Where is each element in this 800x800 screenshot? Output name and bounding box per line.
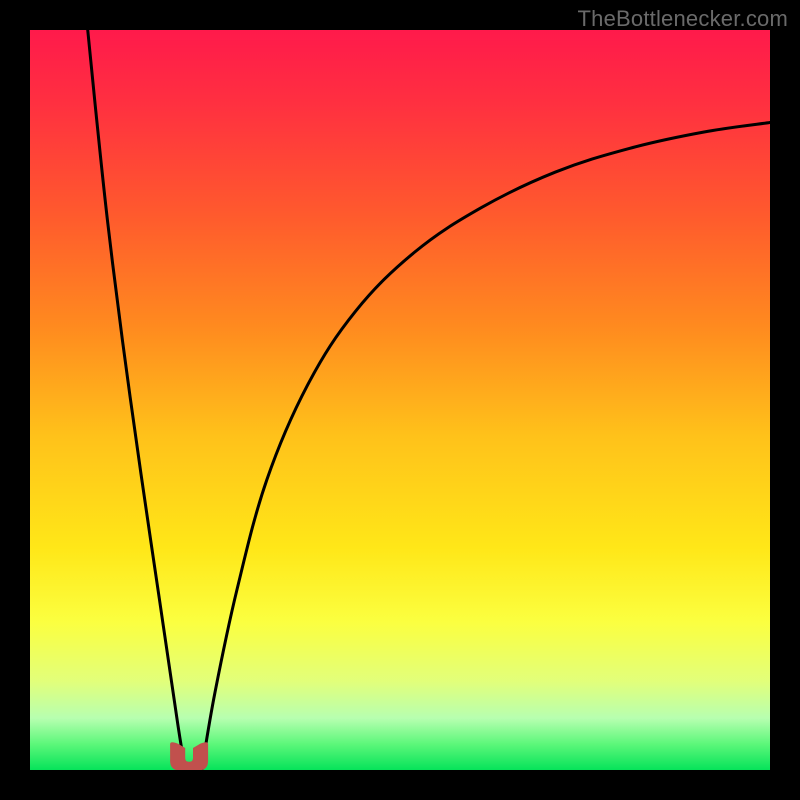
attribution-text: TheBottlenecker.com [578, 6, 788, 32]
bottleneck-chart [0, 0, 800, 800]
